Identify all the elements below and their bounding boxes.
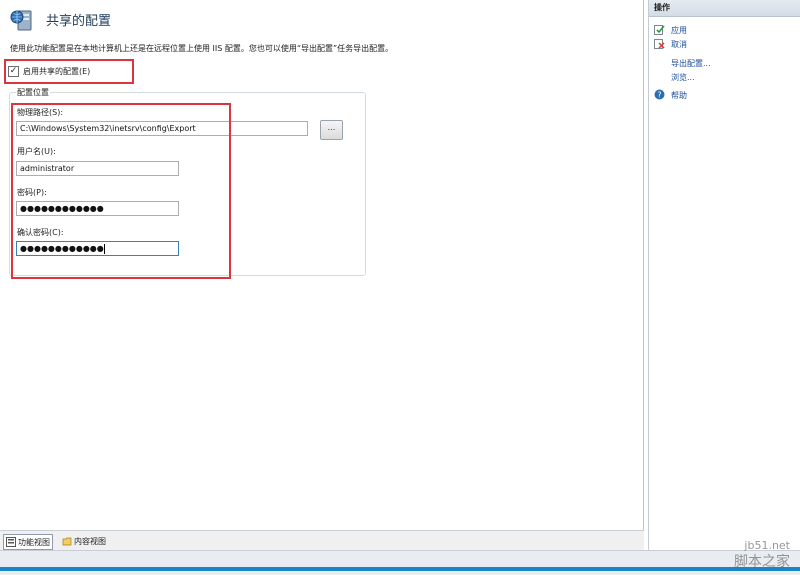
cancel-action[interactable]: 取消: [671, 39, 687, 50]
config-location-title: 配置位置: [16, 87, 50, 98]
apply-icon: [654, 25, 665, 35]
tab-features-label: 功能视图: [18, 537, 50, 547]
tab-content-label: 内容视图: [74, 536, 106, 546]
browse-action[interactable]: 浏览...: [671, 72, 695, 83]
tab-content-view[interactable]: 内容视图: [60, 534, 108, 548]
actions-header: 操作: [649, 0, 800, 17]
features-view-icon: [6, 537, 16, 547]
shared-configuration-icon: [10, 10, 32, 31]
help-icon: ?: [654, 89, 665, 100]
cancel-icon: [654, 39, 665, 49]
main-panel: 共享的配置 使用此功能配置是在本地计算机上还是在远程位置上使用 IIS 配置。您…: [0, 0, 644, 530]
highlight-box-checkbox: [4, 59, 134, 84]
export-config-action[interactable]: 导出配置...: [671, 58, 711, 69]
page-description: 使用此功能配置是在本地计算机上还是在远程位置上使用 IIS 配置。您也可以使用“…: [10, 44, 394, 53]
watermark-site-name: 脚本之家: [734, 554, 790, 570]
tab-features-view[interactable]: 功能视图: [3, 534, 53, 550]
highlight-box-fields: [11, 103, 231, 279]
content-view-icon: [62, 537, 72, 546]
status-bar-accent: [0, 567, 800, 571]
page-title: 共享的配置: [46, 14, 112, 29]
view-tabstrip: 功能视图 内容视图: [0, 530, 644, 550]
watermark-domain: jb51.net: [744, 539, 790, 552]
status-bar: [0, 550, 800, 575]
svg-text:?: ?: [657, 91, 661, 100]
actions-pane: 操作 应用 取消 导出配置... 浏览... ? 帮助: [648, 0, 800, 550]
watermark: jb51.net 脚本之家: [734, 538, 790, 570]
browse-button[interactable]: ...: [320, 120, 343, 140]
help-action[interactable]: 帮助: [671, 90, 687, 101]
apply-action[interactable]: 应用: [671, 25, 687, 36]
